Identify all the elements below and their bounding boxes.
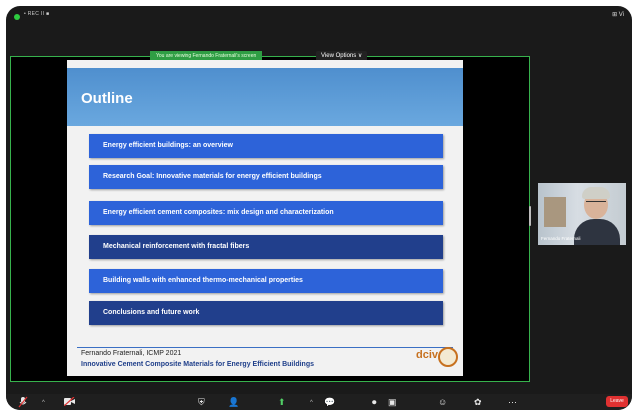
panel-resize-handle[interactable] — [529, 206, 531, 226]
security-shield-icon[interactable]: ⛨ — [198, 396, 205, 408]
record-icon[interactable]: ⏺ — [372, 396, 377, 408]
footer-divider — [77, 347, 453, 348]
reactions-icon[interactable]: ☺ — [438, 396, 447, 408]
participants-icon[interactable]: 👤 — [228, 396, 239, 408]
stop-video-icon[interactable] — [64, 397, 75, 406]
meeting-toolbar: ^ ⛨ 👤 ⬆ ^ 💬 ⏺ ▣ ☺ ✿ ⋯ Leave — [6, 394, 632, 410]
university-logo: dciv — [416, 347, 458, 369]
presentation-slide: Outline Energy efficient buildings: an o… — [67, 60, 463, 376]
slide-footer-author: Fernando Fraternali, ICMP 2021 — [81, 350, 182, 357]
participant-video-tile[interactable]: Fernando Fraternali — [538, 183, 626, 245]
view-toggle[interactable]: ⊞ Vi — [612, 11, 624, 18]
mute-mic-icon[interactable] — [18, 396, 28, 408]
outline-item: Building walls with enhanced thermo-mech… — [89, 269, 443, 293]
logo-text: dciv — [416, 349, 439, 361]
audio-options-chevron-icon[interactable]: ^ — [42, 397, 45, 409]
seal-icon — [438, 347, 458, 367]
participant-body — [574, 219, 620, 245]
outline-item: Research Goal: Innovative materials for … — [89, 165, 443, 189]
outline-item: Energy efficient buildings: an overview — [89, 134, 443, 158]
outline-item: Mechanical reinforcement with fractal fi… — [89, 235, 443, 259]
apps-icon[interactable]: ✿ — [474, 396, 482, 408]
outline-item: Conclusions and future work — [89, 301, 443, 325]
leave-button[interactable]: Leave — [606, 396, 628, 407]
video-shelf — [544, 197, 566, 227]
participant-name: Fernando Fraternali — [541, 236, 581, 241]
share-options-chevron-icon[interactable]: ^ — [310, 397, 313, 409]
more-options-icon[interactable]: ⋯ — [508, 396, 517, 408]
top-bar: • REC II ■ ⊞ Vi — [6, 6, 632, 28]
share-screen-icon[interactable]: ⬆ — [278, 396, 286, 408]
recording-status[interactable]: • REC II ■ — [24, 11, 49, 17]
slide-header: Outline — [67, 68, 463, 126]
chat-icon[interactable]: 💬 — [324, 396, 335, 408]
participant-glasses — [586, 201, 606, 206]
participant-hair — [582, 187, 610, 199]
slide-footer-title: Innovative Cement Composite Materials fo… — [81, 361, 314, 368]
recording-indicator-icon — [14, 14, 20, 20]
breakout-rooms-icon[interactable]: ▣ — [388, 396, 397, 408]
slide-title: Outline — [81, 90, 133, 107]
outline-item: Energy efficient cement composites: mix … — [89, 201, 443, 225]
